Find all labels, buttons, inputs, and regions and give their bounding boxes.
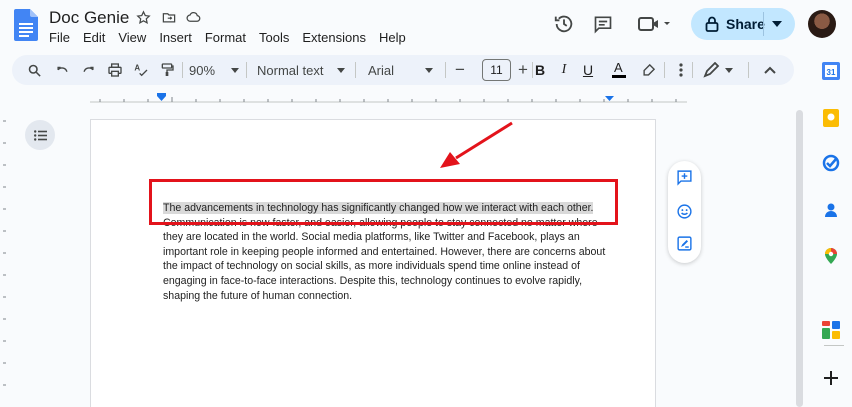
menu-edit[interactable]: Edit: [83, 30, 109, 45]
menu-file[interactable]: File: [49, 30, 74, 45]
underline-icon[interactable]: U: [580, 55, 596, 85]
horizontal-ruler[interactable]: [90, 91, 687, 105]
style-value: Normal text: [257, 62, 324, 78]
doc-title[interactable]: Doc Genie: [49, 8, 129, 28]
svg-text:A: A: [134, 64, 140, 73]
font-value: Arial: [368, 62, 395, 78]
decrease-font-size-icon[interactable]: −: [452, 55, 468, 85]
chevron-down-icon: [231, 67, 240, 73]
paint-format-icon[interactable]: [157, 55, 177, 85]
apps-icon[interactable]: [822, 321, 840, 339]
italic-icon[interactable]: I: [556, 55, 572, 85]
font-size-input[interactable]: 11: [482, 59, 511, 81]
lock-icon: [705, 16, 719, 32]
suggest-edits-icon[interactable]: [676, 235, 693, 252]
svg-text:A: A: [614, 61, 623, 75]
chevron-down-icon: [425, 67, 434, 73]
spellcheck-icon[interactable]: A: [131, 55, 151, 85]
calendar-icon[interactable]: 31: [822, 62, 840, 80]
zoom-select[interactable]: 90%: [186, 55, 242, 85]
text-color-icon[interactable]: A: [611, 55, 627, 85]
print-icon[interactable]: [105, 55, 125, 85]
share-dropdown-icon[interactable]: [772, 21, 782, 27]
more-options-icon[interactable]: [675, 55, 687, 85]
search-menus-icon[interactable]: [24, 55, 44, 85]
hide-menus-icon[interactable]: [760, 55, 780, 85]
move-folder-icon[interactable]: [160, 9, 177, 26]
list-icon: [33, 129, 47, 141]
bold-icon[interactable]: B: [532, 55, 548, 85]
font-select[interactable]: Arial: [368, 55, 444, 85]
editing-mode-icon[interactable]: [700, 55, 738, 85]
tasks-icon[interactable]: [822, 154, 840, 172]
svg-text:31: 31: [827, 68, 836, 77]
app-header: Doc Genie File Edit View Insert Format T…: [0, 0, 852, 52]
add-icon[interactable]: [822, 369, 840, 387]
avatar[interactable]: [808, 10, 836, 38]
menu-format[interactable]: Format: [205, 30, 250, 45]
version-history-icon[interactable]: [549, 9, 579, 39]
side-panel: 31: [808, 52, 852, 407]
keep-icon[interactable]: [822, 109, 840, 127]
docs-logo-icon[interactable]: [14, 9, 38, 41]
increase-font-size-icon[interactable]: +: [515, 55, 531, 85]
cloud-status-icon[interactable]: [185, 9, 202, 26]
menu-view[interactable]: View: [118, 30, 150, 45]
zoom-value: 90%: [189, 62, 216, 78]
menu-bar: File Edit View Insert Format Tools Exten…: [49, 30, 419, 45]
vertical-scrollbar[interactable]: [796, 110, 804, 407]
body-text[interactable]: Communication is now faster, and easier,…: [163, 217, 605, 302]
menu-insert[interactable]: Insert: [159, 30, 196, 45]
chevron-down-icon: [337, 67, 346, 73]
scrollbar-thumb[interactable]: [796, 110, 803, 407]
annotation-arrow-icon: [440, 121, 513, 168]
undo-icon[interactable]: [52, 55, 72, 85]
add-comment-icon[interactable]: [676, 169, 693, 186]
emoji-reaction-icon[interactable]: [676, 203, 693, 220]
annotation-highlight-box: [149, 179, 618, 225]
style-select[interactable]: Normal text: [257, 55, 349, 85]
document-outline-button[interactable]: [25, 120, 55, 150]
maps-icon[interactable]: [822, 247, 840, 265]
vertical-ruler[interactable]: [0, 113, 10, 407]
floating-actions: [668, 161, 701, 263]
redo-icon[interactable]: [78, 55, 98, 85]
menu-extensions[interactable]: Extensions: [302, 30, 370, 45]
toolbar: A 90% Normal text Arial − 11 + B I U A: [12, 55, 794, 85]
menu-tools[interactable]: Tools: [259, 30, 293, 45]
menu-help[interactable]: Help: [379, 30, 410, 45]
contacts-icon[interactable]: [822, 201, 840, 219]
share-label: Share: [726, 16, 765, 32]
highlight-color-icon[interactable]: [640, 55, 656, 85]
star-icon[interactable]: [135, 9, 152, 26]
meet-call-icon[interactable]: [634, 9, 674, 39]
share-button[interactable]: Share: [691, 8, 795, 40]
comments-icon[interactable]: [588, 9, 618, 39]
